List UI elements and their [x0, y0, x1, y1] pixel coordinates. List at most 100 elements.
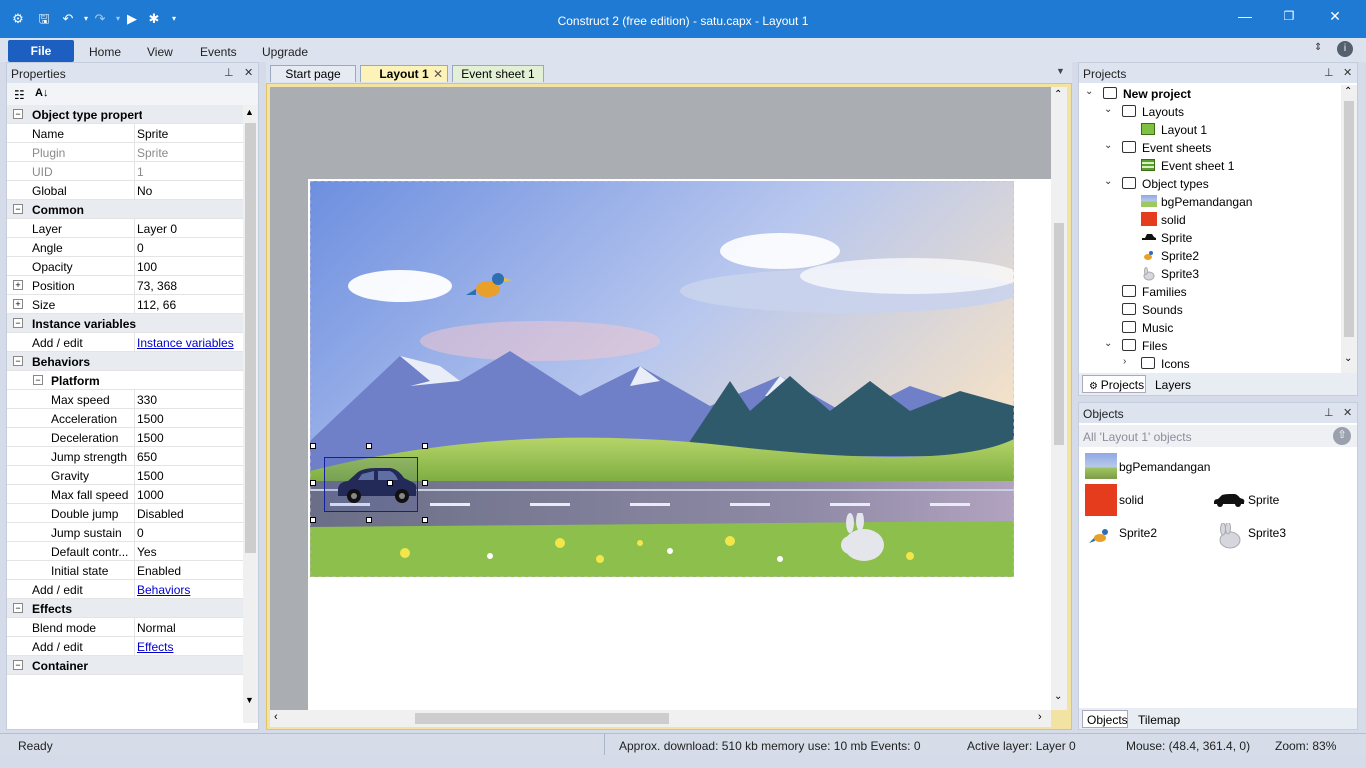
canvas-hscrollbar[interactable]: ‹ › [270, 710, 1051, 727]
property-row[interactable]: Deceleration 1500 [7, 428, 243, 447]
info-icon[interactable]: i [1337, 41, 1353, 57]
projects-scrollbar[interactable]: ⌃ ⌄ [1341, 85, 1357, 373]
tree-scroll-down-icon[interactable]: ⌄ [1344, 353, 1352, 364]
property-value[interactable]: Enabled [137, 564, 181, 578]
resize-handle-sw[interactable] [310, 517, 316, 523]
tree-item[interactable]: Sprite [1079, 229, 1339, 247]
tree-item[interactable]: Sprite3 [1079, 265, 1339, 283]
property-value[interactable]: 650 [137, 450, 157, 464]
tree-item[interactable]: Event sheet 1 [1079, 157, 1339, 175]
sprite2-bird[interactable] [466, 265, 514, 309]
property-value[interactable]: 112, 66 [137, 298, 176, 312]
vscroll-up-icon[interactable]: ⌃ [1054, 89, 1062, 100]
tree-item[interactable]: Sprite2 [1079, 247, 1339, 265]
categorized-icon[interactable]: ☷ [14, 88, 25, 102]
object-item-sprite3[interactable]: Sprite3 [1213, 521, 1333, 549]
close-tab-icon[interactable]: ✕ [433, 66, 443, 82]
maximize-button[interactable]: ❐ [1266, 6, 1312, 28]
property-category[interactable]: −Object type properties [7, 105, 243, 124]
property-row[interactable]: Global No [7, 181, 243, 200]
scroll-thumb[interactable] [245, 123, 256, 553]
tree-item[interactable]: ⌄ Object types [1079, 175, 1339, 193]
property-row[interactable]: Max fall speed 1000 [7, 485, 243, 504]
up-folder-icon[interactable]: ⇧ [1333, 427, 1351, 445]
property-row[interactable]: Blend mode Normal [7, 618, 243, 637]
property-value[interactable]: 330 [137, 393, 157, 407]
property-row[interactable]: Add / edit Effects [7, 637, 243, 656]
property-value[interactable]: 1500 [137, 412, 164, 426]
tree-item[interactable]: › Icons [1079, 355, 1339, 373]
property-value[interactable]: Yes [137, 545, 157, 559]
resize-handle-e[interactable] [422, 480, 428, 486]
close-panel-icon[interactable]: ✕ [244, 66, 253, 79]
property-row[interactable]: + Position 73, 368 [7, 276, 243, 295]
property-link[interactable]: Behaviors [137, 583, 190, 597]
canvas-vscrollbar[interactable]: ⌃ ⌄ [1051, 87, 1067, 710]
property-value[interactable]: 100 [137, 260, 157, 274]
tree-item[interactable]: ⌄ Layouts [1079, 103, 1339, 121]
resize-handle-ne[interactable] [422, 443, 428, 449]
close-panel-icon[interactable]: ✕ [1343, 66, 1352, 79]
property-row[interactable]: Add / edit Behaviors [7, 580, 243, 599]
chevron-down-icon[interactable]: ⌄ [1104, 338, 1112, 349]
property-row[interactable]: Initial state Enabled [7, 561, 243, 580]
tab-objects[interactable]: Objects [1082, 710, 1128, 728]
collapse-icon[interactable]: − [13, 603, 23, 613]
tree-item[interactable]: Layout 1 [1079, 121, 1339, 139]
tab-event-sheet-1[interactable]: Event sheet 1 [452, 65, 544, 82]
vscroll-thumb[interactable] [1054, 223, 1064, 445]
sprite3-rabbit[interactable] [836, 513, 888, 563]
property-value[interactable]: 0 [137, 526, 144, 540]
property-row[interactable]: + Size 112, 66 [7, 295, 243, 314]
sprite-car-selected[interactable] [324, 457, 418, 512]
collapse-icon[interactable]: − [33, 375, 43, 385]
property-row[interactable]: Name Sprite [7, 124, 243, 143]
property-category[interactable]: − Behaviors [7, 352, 243, 371]
layout-canvas[interactable] [270, 87, 1051, 710]
tree-item[interactable]: Music [1079, 319, 1339, 337]
property-row[interactable]: Jump sustain 0 [7, 523, 243, 542]
sort-az-icon[interactable]: A↓ [35, 87, 48, 99]
properties-scrollbar[interactable]: ▲ ▼ [243, 105, 258, 723]
resize-handle-se[interactable] [422, 517, 428, 523]
tab-start-page[interactable]: Start page [270, 65, 356, 82]
collapse-icon[interactable]: − [13, 660, 23, 670]
property-value[interactable]: 1500 [137, 469, 164, 483]
objects-filter-bar[interactable]: All 'Layout 1' objects ⇧ [1079, 425, 1357, 447]
property-value[interactable]: Disabled [137, 507, 184, 521]
tab-home[interactable]: Home [89, 45, 121, 59]
property-link[interactable]: Instance variables [137, 336, 234, 350]
property-value[interactable]: Layer 0 [137, 222, 177, 236]
hscroll-left-icon[interactable]: ‹ [274, 711, 278, 723]
ribbon-collapse-icon[interactable]: ⇕ [1314, 42, 1322, 53]
tree-item[interactable]: ⌄ Event sheets [1079, 139, 1339, 157]
tabs-dropdown-icon[interactable]: ▼ [1056, 66, 1065, 76]
resize-handle-n[interactable] [366, 443, 372, 449]
tree-item[interactable]: Sounds [1079, 301, 1339, 319]
property-category[interactable]: − Container [7, 656, 243, 675]
property-value[interactable]: 0 [137, 241, 144, 255]
origin-handle[interactable] [387, 480, 393, 486]
expand-icon[interactable]: + [13, 299, 23, 309]
property-value[interactable]: 1500 [137, 431, 164, 445]
property-category[interactable]: − Effects [7, 599, 243, 618]
object-item-solid[interactable]: solid [1085, 484, 1205, 516]
bg-pemandangan-sprite[interactable] [310, 181, 1014, 577]
tree-item[interactable]: bgPemandangan [1079, 193, 1339, 211]
property-category[interactable]: − Platform [7, 371, 243, 390]
hscroll-thumb[interactable] [415, 713, 669, 724]
file-menu-button[interactable]: File [8, 40, 74, 62]
hscroll-right-icon[interactable]: › [1038, 711, 1042, 723]
property-category[interactable]: − Common [7, 200, 243, 219]
object-item-sprite[interactable]: Sprite [1213, 489, 1333, 511]
property-row[interactable]: UID 1 [7, 162, 243, 181]
close-panel-icon[interactable]: ✕ [1343, 406, 1352, 419]
tab-view[interactable]: View [147, 45, 173, 59]
scroll-up-icon[interactable]: ▲ [245, 107, 254, 117]
collapse-icon[interactable]: − [13, 356, 23, 366]
pin-icon[interactable]: ⊥ [1324, 406, 1334, 419]
tab-projects[interactable]: ⚙ Projects [1082, 375, 1146, 393]
tree-scroll-thumb[interactable] [1344, 101, 1354, 337]
tab-tilemap[interactable]: Tilemap [1138, 713, 1180, 727]
chevron-down-icon[interactable]: ⌄ [1085, 86, 1093, 97]
